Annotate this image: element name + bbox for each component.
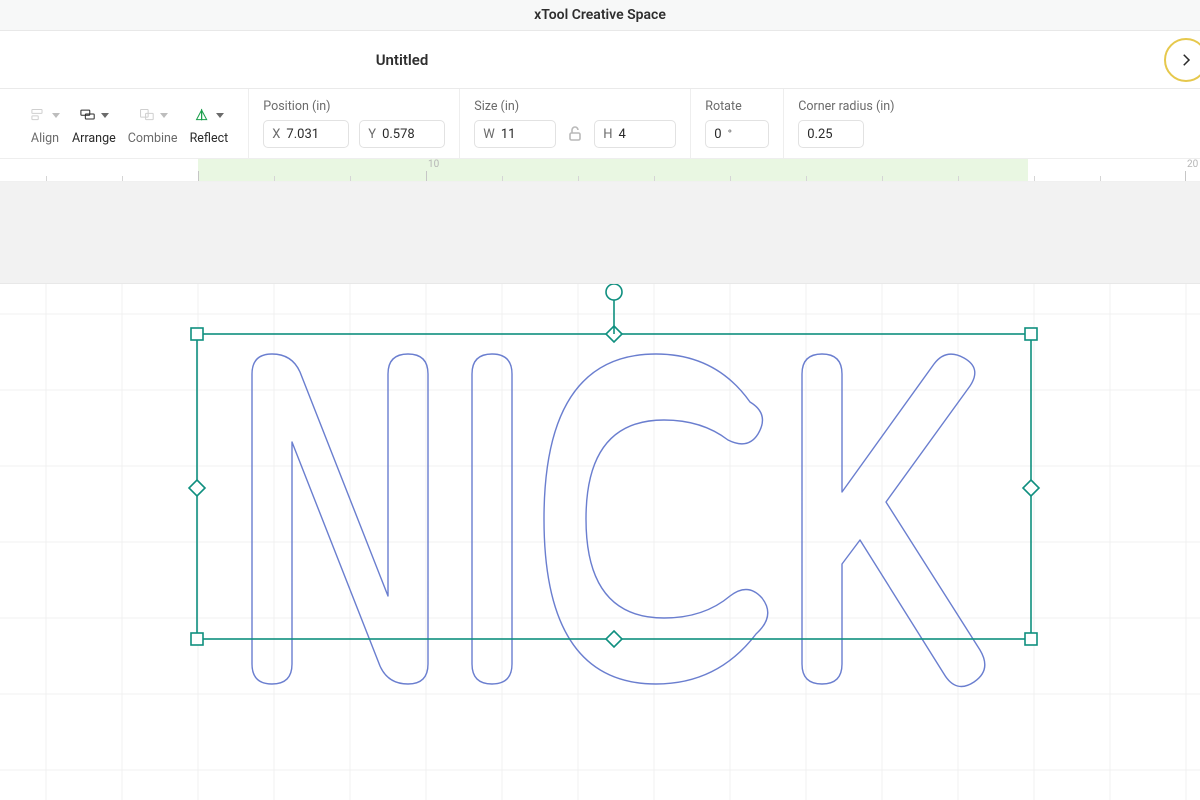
corner-radius-group: Corner radius (in) 0.25: [783, 89, 908, 158]
position-y-input[interactable]: Y 0.578: [359, 120, 445, 148]
ruler-tick: [1034, 176, 1035, 181]
rotate-input[interactable]: 0 °: [705, 120, 769, 148]
combine-button[interactable]: Combine: [122, 99, 184, 146]
arrange-icon: [79, 103, 109, 127]
resize-handle-ne[interactable]: [1025, 328, 1037, 340]
ruler-tick: [958, 176, 959, 181]
ruler-label: 20: [1187, 159, 1198, 170]
align-label: Align: [31, 131, 59, 146]
resize-handle-nw[interactable]: [191, 328, 203, 340]
ruler-tick: [806, 176, 807, 181]
canvas[interactable]: [0, 182, 1200, 800]
position-group: Position (in) X 7.031 Y 0.578: [248, 89, 459, 158]
align-icon: [30, 103, 60, 127]
resize-handle-w[interactable]: [189, 480, 205, 496]
combine-label: Combine: [128, 131, 178, 146]
document-name[interactable]: Untitled: [376, 51, 429, 69]
canvas-out-of-bounds: [0, 182, 1200, 284]
ruler-tick: [274, 176, 275, 181]
reflect-icon: [194, 103, 224, 127]
corner-radius-label: Corner radius (in): [798, 99, 894, 114]
resize-handle-se[interactable]: [1025, 633, 1037, 645]
reflect-label: Reflect: [190, 131, 229, 146]
app-title: xTool Creative Space: [534, 7, 666, 23]
arrange-label: Arrange: [72, 131, 116, 146]
ruler-tick: [502, 176, 503, 181]
rotate-handle[interactable]: [606, 284, 622, 300]
ruler-tick: [426, 171, 427, 181]
resize-handle-s[interactable]: [606, 631, 622, 647]
ruler-tick: [122, 176, 123, 181]
rotate-group: Rotate 0 °: [690, 89, 783, 158]
size-h-value: 4: [619, 127, 626, 142]
size-group: Size (in) W 11 H 4: [459, 89, 690, 158]
ruler-tick: [882, 176, 883, 181]
rotate-value: 0: [714, 127, 721, 142]
rotate-label: Rotate: [705, 99, 741, 114]
ruler-tick: [1185, 171, 1186, 181]
degree-symbol: °: [728, 127, 732, 141]
arrange-button[interactable]: Arrange: [66, 99, 122, 146]
ruler-tick: [578, 176, 579, 181]
size-h-input[interactable]: H 4: [594, 120, 676, 148]
size-label: Size (in): [474, 99, 519, 114]
lock-open-icon: [566, 125, 584, 143]
ruler-tick: [46, 176, 47, 181]
artboard-svg: [0, 284, 1200, 800]
ruler-tick: [730, 176, 731, 181]
ruler-label: 10: [428, 159, 439, 170]
properties-toolbar: Align Arrange Combine Reflect Position (…: [0, 89, 1200, 159]
horizontal-ruler[interactable]: 10 20: [0, 159, 1200, 182]
lock-aspect-button[interactable]: [566, 125, 584, 143]
ruler-selection-range: [198, 159, 1028, 181]
align-button[interactable]: Align: [24, 99, 66, 146]
right-action-button[interactable]: [1164, 38, 1200, 82]
transform-buttons-group: Align Arrange Combine Reflect: [10, 89, 248, 158]
corner-radius-input[interactable]: 0.25: [798, 120, 864, 148]
ruler-tick: [1100, 176, 1101, 181]
document-bar: Untitled: [0, 31, 1200, 89]
resize-handle-sw[interactable]: [191, 633, 203, 645]
corner-radius-value: 0.25: [807, 127, 832, 142]
title-bar: xTool Creative Space: [0, 0, 1200, 31]
position-x-input[interactable]: X 7.031: [263, 120, 349, 148]
position-x-value: 7.031: [286, 127, 319, 142]
combine-icon: [138, 103, 168, 127]
position-label: Position (in): [263, 99, 330, 114]
position-y-value: 0.578: [382, 127, 415, 142]
reflect-button[interactable]: Reflect: [184, 99, 235, 146]
size-w-value: 11: [501, 127, 516, 142]
ruler-tick: [654, 176, 655, 181]
chevron-right-icon: [1177, 51, 1195, 69]
size-w-input[interactable]: W 11: [474, 120, 556, 148]
ruler-tick: [198, 171, 199, 181]
artboard[interactable]: [0, 284, 1200, 800]
grid: [0, 284, 1200, 800]
ruler-tick: [350, 176, 351, 181]
resize-handle-e[interactable]: [1023, 480, 1039, 496]
